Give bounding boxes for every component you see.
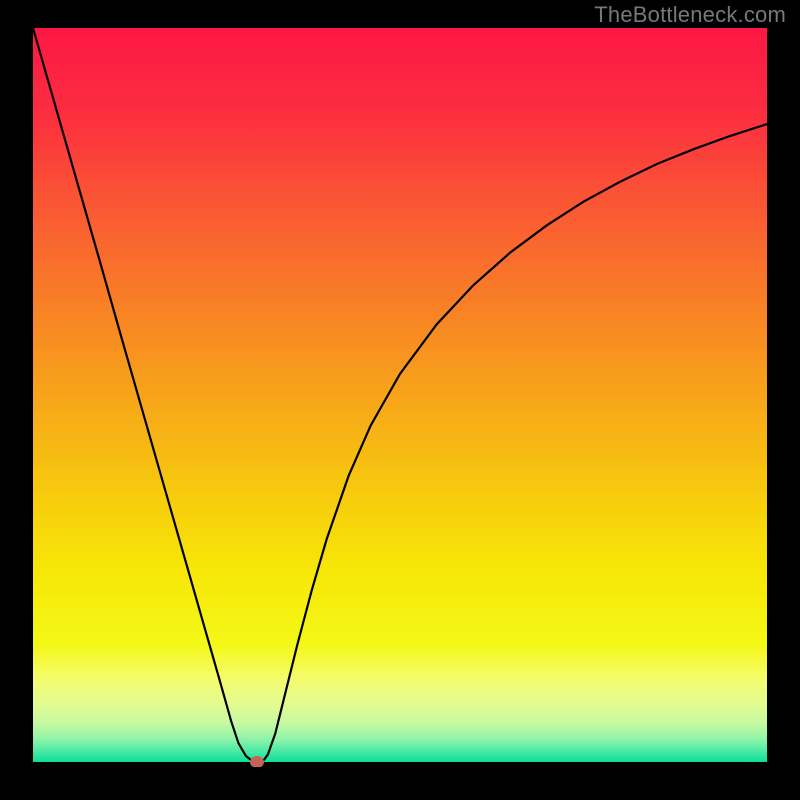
plot-area bbox=[33, 28, 767, 767]
minimum-marker bbox=[250, 756, 264, 767]
watermark-text: TheBottleneck.com bbox=[594, 2, 786, 28]
chart-frame: TheBottleneck.com bbox=[0, 0, 800, 800]
curve-line bbox=[33, 28, 767, 767]
